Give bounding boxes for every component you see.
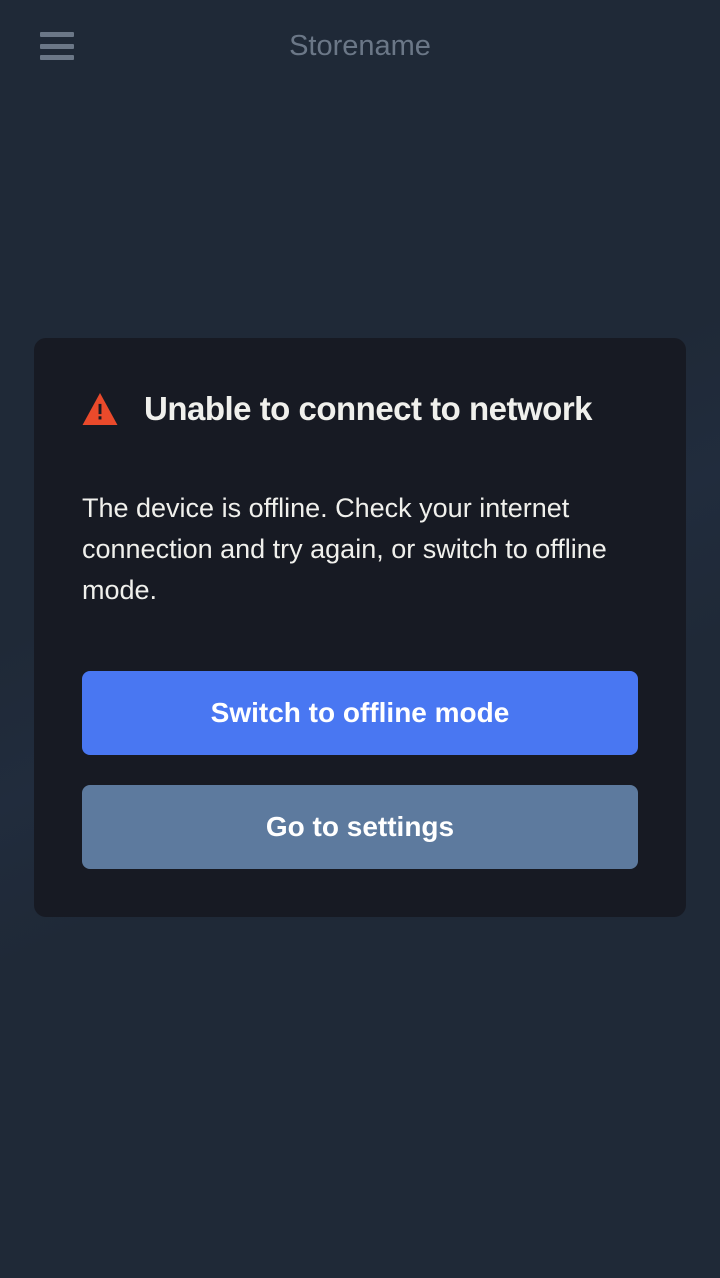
go-to-settings-button[interactable]: Go to settings [82,785,638,869]
dialog-header: Unable to connect to network [82,390,638,428]
network-error-dialog: Unable to connect to network The device … [34,338,686,917]
switch-offline-button[interactable]: Switch to offline mode [82,671,638,755]
hamburger-menu-icon[interactable] [40,32,74,60]
warning-triangle-icon [82,393,118,425]
dialog-message: The device is offline. Check your intern… [82,488,638,611]
dialog-title: Unable to connect to network [144,390,592,428]
app-header: Storename [0,0,720,92]
page-title: Storename [289,30,431,63]
